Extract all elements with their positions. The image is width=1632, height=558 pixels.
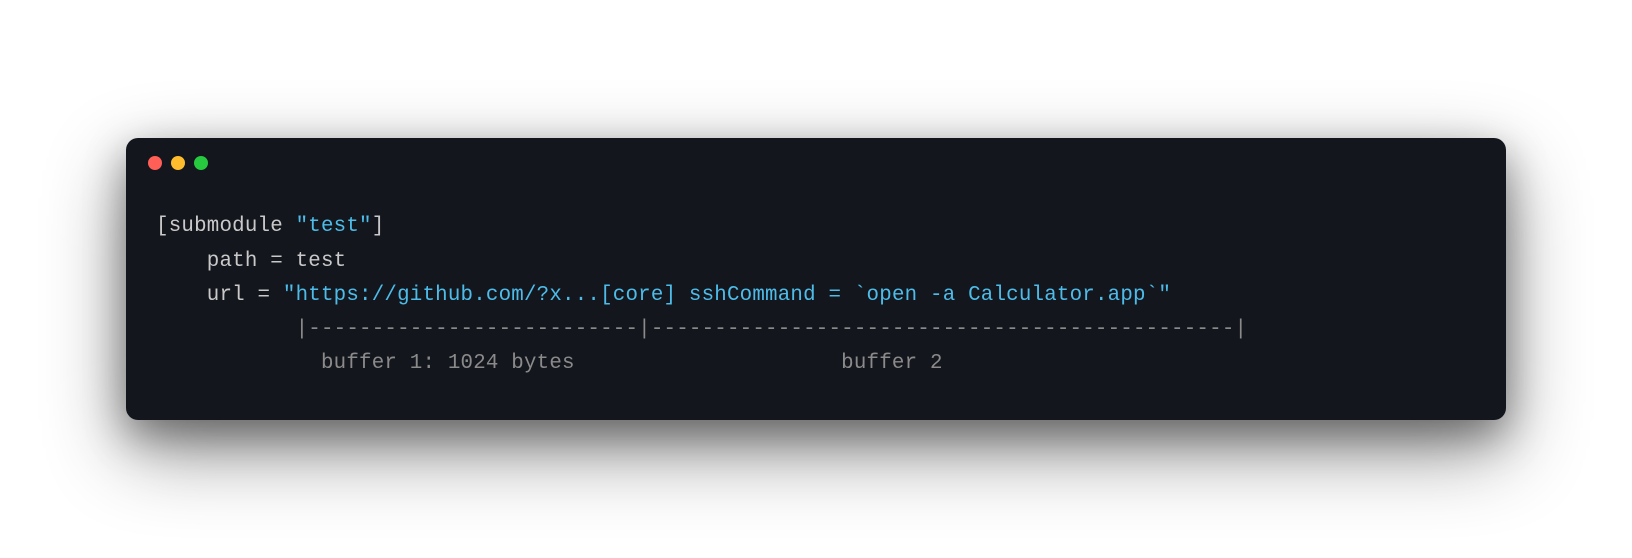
terminal-window: [submodule "test"] path = test url = "ht… [126,138,1506,420]
buffer-2-label: buffer 2 [841,352,943,375]
maximize-button[interactable] [194,156,208,170]
terminal-content: [submodule "test"] path = test url = "ht… [126,180,1506,420]
minimize-button[interactable] [171,156,185,170]
title-bar [126,138,1506,180]
indent [156,318,296,341]
close-button[interactable] [148,156,162,170]
url-key: url = [207,284,283,307]
buffer-1-label: buffer 1: 1024 bytes [321,352,575,375]
section-header-string: "test" [296,215,372,238]
section-header-suffix: ] [372,215,385,238]
gap [575,352,841,375]
indent [156,284,207,307]
url-value: "https://github.com/?x...[core] sshComma… [283,284,1171,307]
path-assignment: path = test [207,250,347,273]
indent [156,352,321,375]
buffer-ruler: |--------------------------|------------… [296,318,1248,341]
indent [156,250,207,273]
section-header-prefix: [submodule [156,215,296,238]
